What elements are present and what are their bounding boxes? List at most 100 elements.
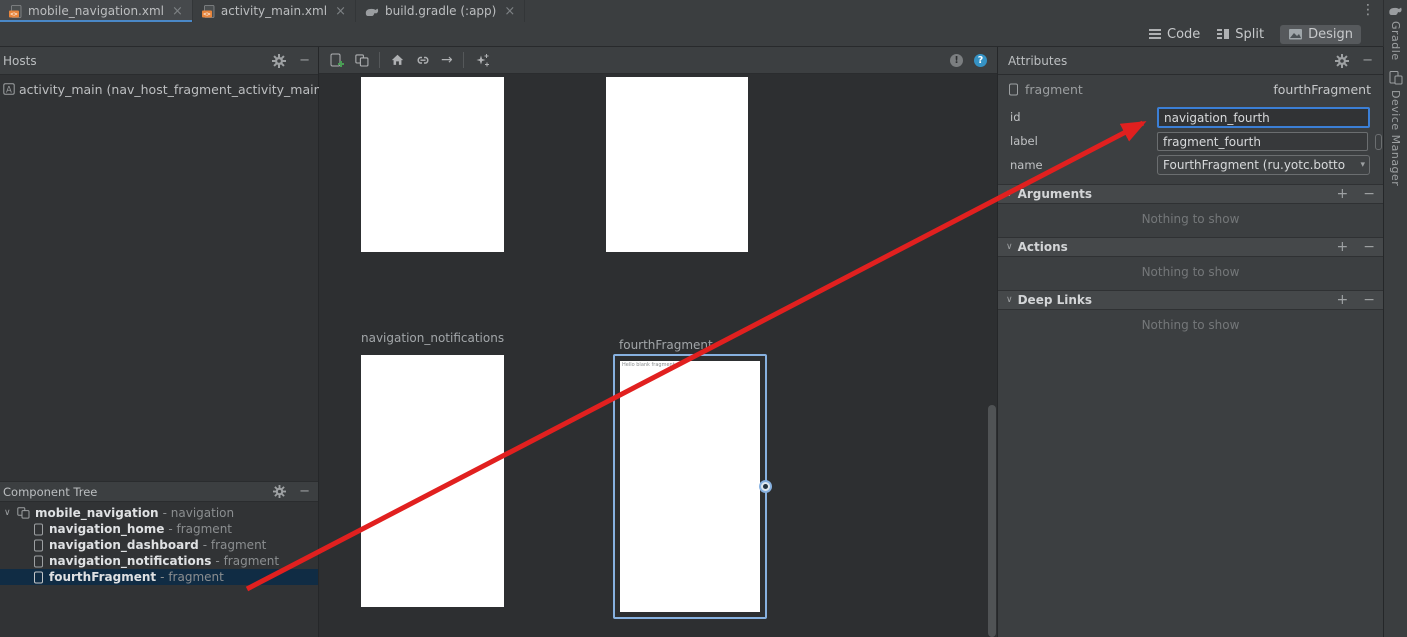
name-dropdown[interactable]: FourthFragment (ru.yotc.botto ▾ (1157, 155, 1370, 175)
deep-links-section-header[interactable]: ∨ Deep Links + − (998, 290, 1383, 310)
remove-deep-link-button[interactable]: − (1363, 293, 1375, 307)
tree-item-navigation-dashboard[interactable]: navigation_dashboard - fragment (0, 537, 318, 553)
home-destination-icon[interactable] (390, 53, 405, 67)
fragment-preview-dashboard[interactable] (606, 77, 748, 252)
name-dropdown-value: FourthFragment (ru.yotc.botto (1163, 158, 1356, 172)
tree-item-fourth-fragment[interactable]: fourthFragment - fragment (0, 569, 318, 585)
actions-empty-text: Nothing to show (998, 265, 1383, 279)
gradle-icon (1388, 5, 1403, 16)
left-panel: Hosts − A activity_main (nav_host_fragme… (0, 47, 319, 637)
tree-item-type: - fragment (168, 522, 232, 536)
new-destination-icon[interactable] (329, 53, 345, 68)
design-mode-button[interactable]: Design (1280, 25, 1361, 44)
toolbar-divider (463, 52, 464, 68)
gradle-tool-label: Gradle (1389, 21, 1402, 61)
gradle-tool-button[interactable]: Gradle (1384, 5, 1407, 61)
add-argument-button[interactable]: + (1337, 187, 1349, 201)
close-icon[interactable]: × (335, 5, 346, 18)
svg-text:<>: <> (203, 11, 211, 18)
arguments-empty-text: Nothing to show (998, 212, 1383, 226)
nested-graph-icon[interactable] (355, 54, 369, 67)
section-title: Actions (1018, 240, 1068, 254)
fragment-preview-fourth-selected[interactable]: Hello blank fragment (613, 354, 767, 619)
design-icon (1288, 27, 1303, 41)
more-options-icon[interactable]: ⋮ (1361, 0, 1375, 22)
xml-file-icon: <> (9, 5, 22, 18)
action-connection-handle[interactable] (759, 480, 772, 493)
tab-activity-main[interactable]: <> activity_main.xml × (193, 0, 356, 22)
gear-icon[interactable] (1335, 54, 1349, 68)
fragment-preview-home[interactable] (361, 77, 504, 252)
help-icon[interactable]: ? (974, 54, 987, 67)
component-type-label: fragment (1025, 82, 1083, 97)
host-item-label: activity_main (nav_host_fragment_activit… (19, 82, 326, 97)
hide-panel-icon[interactable]: − (299, 485, 310, 498)
preview-hello-text: Hello blank fragment (622, 362, 675, 368)
tree-item-name: mobile_navigation (35, 506, 159, 520)
name-field-label: name (1010, 155, 1043, 175)
device-manager-icon (1389, 70, 1403, 85)
tree-item-navigation-notifications[interactable]: navigation_notifications - fragment (0, 553, 318, 569)
remove-argument-button[interactable]: − (1363, 187, 1375, 201)
hide-panel-icon[interactable]: − (299, 54, 310, 67)
code-mode-button[interactable]: Code (1148, 27, 1200, 42)
component-tree-title: Component Tree (3, 485, 97, 499)
fragment-icon (33, 555, 44, 568)
chevron-down-icon[interactable]: ∨ (1006, 295, 1013, 305)
fragment-icon (33, 523, 44, 536)
tree-item-mobile-navigation[interactable]: ∨ mobile_navigation - navigation (0, 505, 318, 521)
tab-label: activity_main.xml (221, 4, 327, 18)
fragment-preview-notifications[interactable] (361, 355, 504, 607)
code-icon (1148, 27, 1162, 41)
split-mode-button[interactable]: Split (1216, 27, 1264, 42)
split-mode-label: Split (1235, 27, 1264, 42)
pick-resource-button[interactable] (1375, 134, 1382, 150)
gear-icon[interactable] (272, 54, 286, 68)
close-icon[interactable]: × (504, 5, 515, 18)
design-canvas[interactable]: → ! ? navigation_notifications fourthFra… (319, 47, 998, 637)
editor-tab-bar: <> mobile_navigation.xml × <> activity_m… (0, 0, 1383, 23)
label-input[interactable] (1157, 132, 1368, 151)
deep-links-empty-text: Nothing to show (998, 318, 1383, 332)
chevron-down-icon[interactable]: ∨ (1006, 189, 1013, 199)
id-input[interactable] (1157, 107, 1370, 128)
gear-icon[interactable] (273, 485, 286, 498)
chevron-down-icon[interactable]: ∨ (4, 508, 14, 518)
toolbar-divider (379, 52, 380, 68)
canvas-scrollbar[interactable] (988, 405, 996, 637)
fragment-icon (33, 539, 44, 552)
svg-text:A: A (6, 85, 12, 95)
chevron-down-icon[interactable]: ∨ (1006, 242, 1013, 252)
deep-link-icon[interactable] (415, 53, 431, 67)
chevron-down-icon: ▾ (1360, 160, 1365, 170)
actions-section-header[interactable]: ∨ Actions + − (998, 237, 1383, 257)
host-item-activity-main[interactable]: A activity_main (nav_host_fragment_activ… (3, 80, 326, 98)
tab-mobile-navigation[interactable]: <> mobile_navigation.xml × (0, 0, 193, 22)
tree-item-type: - navigation (163, 506, 235, 520)
tab-build-gradle[interactable]: build.gradle (:app) × (356, 0, 525, 22)
device-manager-tool-button[interactable]: Device Manager (1384, 70, 1407, 186)
close-icon[interactable]: × (172, 5, 183, 18)
design-mode-label: Design (1308, 27, 1353, 42)
remove-action-button[interactable]: − (1363, 240, 1375, 254)
xml-file-icon: <> (202, 5, 215, 18)
component-tree: ∨ mobile_navigation - navigation navigat… (0, 505, 318, 585)
tree-item-name: navigation_notifications (49, 554, 211, 568)
device-manager-tool-label: Device Manager (1389, 90, 1402, 186)
action-arrow-icon[interactable]: → (441, 53, 453, 67)
split-icon (1216, 27, 1230, 41)
fragment-preview-content: Hello blank fragment (620, 361, 760, 612)
fragment-icon (33, 571, 44, 584)
tree-item-navigation-home[interactable]: navigation_home - fragment (0, 521, 318, 537)
warnings-icon[interactable]: ! (950, 54, 963, 67)
auto-arrange-icon[interactable] (474, 53, 490, 68)
tree-item-name: navigation_dashboard (49, 538, 199, 552)
add-deep-link-button[interactable]: + (1337, 293, 1349, 307)
hide-panel-icon[interactable]: − (1362, 54, 1373, 67)
add-action-button[interactable]: + (1337, 240, 1349, 254)
tab-label: mobile_navigation.xml (28, 4, 164, 18)
selected-component-row: fragment fourthFragment (998, 80, 1383, 98)
tree-item-type: - fragment (203, 538, 267, 552)
arguments-section-header[interactable]: ∨ Arguments + − (998, 184, 1383, 204)
hosts-panel-header: Hosts − (0, 47, 318, 75)
